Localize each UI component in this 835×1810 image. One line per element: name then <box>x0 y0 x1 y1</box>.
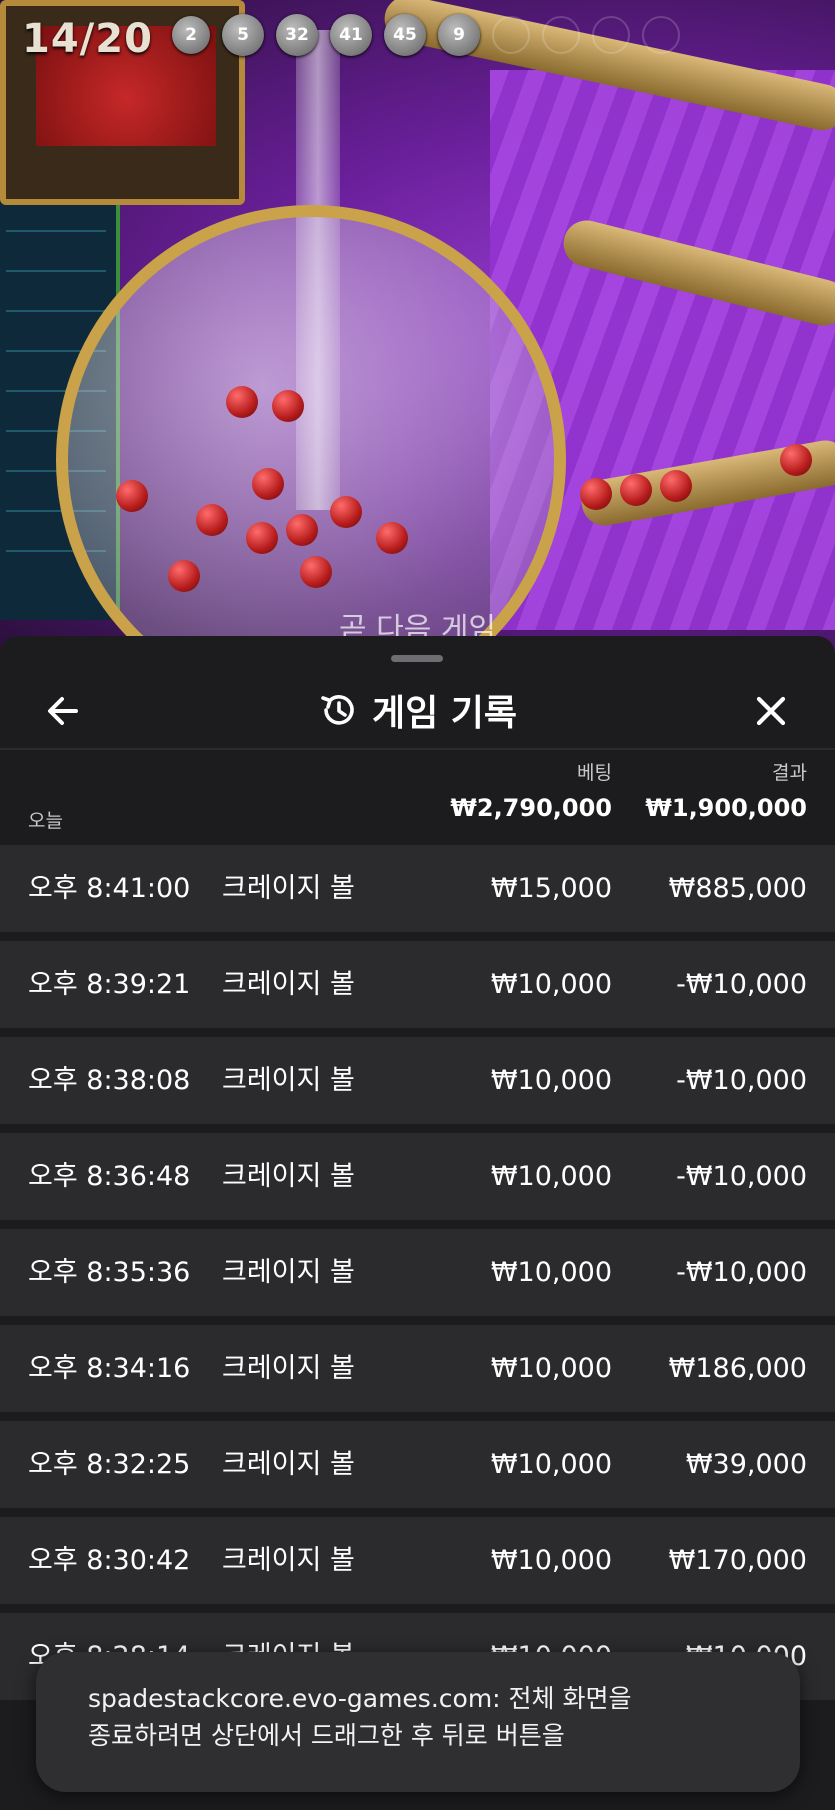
game-ball <box>300 556 332 588</box>
empty-ball-slot <box>642 16 680 54</box>
game-ball <box>660 470 692 502</box>
history-row[interactable]: 오후 8:32:25 크레이지 볼 ₩10,000 ₩39,000 <box>0 1421 835 1508</box>
game-ball <box>780 444 812 476</box>
recent-ball: 2 <box>172 16 210 54</box>
empty-ball-slot <box>492 16 530 54</box>
row-result: ₩186,000 <box>668 1353 807 1384</box>
total-bet-amount: ₩2,790,000 <box>450 794 612 822</box>
history-row[interactable]: 오후 8:39:21 크레이지 볼 ₩10,000 -₩10,000 <box>0 941 835 1028</box>
recent-ball: 9 <box>438 14 480 56</box>
row-result: -₩10,000 <box>676 1257 807 1288</box>
history-row[interactable]: 오후 8:35:36 크레이지 볼 ₩10,000 -₩10,000 <box>0 1229 835 1316</box>
empty-ball-slot <box>542 16 580 54</box>
row-time: 오후 8:35:36 <box>28 1257 191 1288</box>
game-ball <box>226 386 258 418</box>
empty-ball-slot <box>592 16 630 54</box>
fullscreen-exit-toast: spadestackcore.evo-games.com: 전체 화면을 종료하… <box>36 1652 800 1792</box>
history-row[interactable]: 오후 8:34:16 크레이지 볼 ₩10,000 ₩186,000 <box>0 1325 835 1412</box>
history-row[interactable]: 오후 8:36:48 크레이지 볼 ₩10,000 -₩10,000 <box>0 1133 835 1220</box>
game-ball <box>330 496 362 528</box>
game-ball <box>252 468 284 500</box>
total-result-amount: ₩1,900,000 <box>645 794 807 822</box>
recent-ball: 5 <box>222 14 264 56</box>
row-time: 오후 8:34:16 <box>28 1353 191 1384</box>
row-time: 오후 8:32:25 <box>28 1449 191 1480</box>
row-bet: ₩10,000 <box>490 1353 612 1384</box>
row-result: ₩39,000 <box>685 1449 807 1480</box>
row-game: 크레이지 볼 <box>222 1161 355 1192</box>
row-result: ₩170,000 <box>668 1545 807 1576</box>
game-ball <box>168 560 200 592</box>
recent-ball: 32 <box>276 14 318 56</box>
row-time: 오후 8:39:21 <box>28 969 191 1000</box>
row-game: 크레이지 볼 <box>222 1449 355 1480</box>
history-list: 오후 8:41:00 크레이지 볼 ₩15,000 ₩885,000 오후 8:… <box>0 845 835 1709</box>
row-game: 크레이지 볼 <box>222 1353 355 1384</box>
game-ball <box>272 390 304 422</box>
recent-ball: 41 <box>330 14 372 56</box>
row-game: 크레이지 볼 <box>222 1545 355 1576</box>
game-ball <box>246 522 278 554</box>
drag-handle[interactable] <box>391 655 443 662</box>
header-divider <box>0 748 835 750</box>
game-ball <box>620 474 652 506</box>
game-ball <box>580 478 612 510</box>
row-result: -₩10,000 <box>676 969 807 1000</box>
game-history-sheet: 게임 기록 베팅 결과 오늘 ₩2,790,000 ₩1,900,000 오후 … <box>0 636 835 1810</box>
close-x-icon <box>756 696 786 726</box>
game-ball <box>376 522 408 554</box>
sheet-header: 게임 기록 <box>0 684 835 736</box>
sheet-title: 게임 기록 <box>371 693 517 734</box>
result-column-header: 결과 <box>772 762 807 784</box>
row-result: ₩885,000 <box>668 873 807 904</box>
row-bet: ₩10,000 <box>490 969 612 1000</box>
history-row[interactable]: 오후 8:38:08 크레이지 볼 ₩10,000 -₩10,000 <box>0 1037 835 1124</box>
row-game: 크레이지 볼 <box>222 873 355 904</box>
row-game: 크레이지 볼 <box>222 1065 355 1096</box>
row-game: 크레이지 볼 <box>222 1257 355 1288</box>
row-time: 오후 8:36:48 <box>28 1161 191 1192</box>
row-bet: ₩10,000 <box>490 1065 612 1096</box>
round-counter: 14/20 <box>22 16 153 62</box>
row-result: -₩10,000 <box>676 1161 807 1192</box>
row-time: 오후 8:38:08 <box>28 1065 191 1096</box>
game-video-area: 14/20 2 5 32 41 45 9 곧 다음 게임 <box>0 0 835 660</box>
row-bet: ₩10,000 <box>490 1161 612 1192</box>
row-bet: ₩10,000 <box>490 1257 612 1288</box>
toast-line-2: 종료하려면 상단에서 드래그한 후 뒤로 버튼을 <box>88 1721 565 1750</box>
game-ball <box>286 514 318 546</box>
today-label: 오늘 <box>28 810 63 832</box>
game-ball <box>196 504 228 536</box>
row-result: -₩10,000 <box>676 1065 807 1096</box>
toast-line-1: spadestackcore.evo-games.com: 전체 화면을 <box>88 1684 632 1713</box>
history-row[interactable]: 오후 8:30:42 크레이지 볼 ₩10,000 ₩170,000 <box>0 1517 835 1604</box>
row-time: 오후 8:30:42 <box>28 1545 191 1576</box>
row-bet: ₩10,000 <box>490 1545 612 1576</box>
row-bet: ₩10,000 <box>490 1449 612 1480</box>
row-game: 크레이지 볼 <box>222 969 355 1000</box>
close-button[interactable] <box>748 688 794 734</box>
history-clock-icon <box>321 695 354 725</box>
recent-ball: 45 <box>384 14 426 56</box>
bet-column-header: 베팅 <box>577 762 612 784</box>
history-row[interactable]: 오후 8:41:00 크레이지 볼 ₩15,000 ₩885,000 <box>0 845 835 932</box>
row-time: 오후 8:41:00 <box>28 873 191 904</box>
recent-balls-strip: 2 5 32 41 45 9 <box>172 14 680 56</box>
row-bet: ₩15,000 <box>490 873 612 904</box>
game-ball <box>116 480 148 512</box>
